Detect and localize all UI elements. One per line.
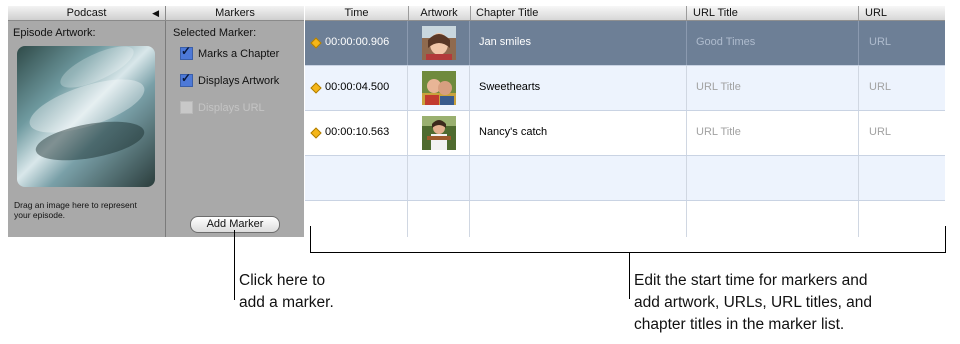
displays-artwork-label: Displays Artwork: [198, 74, 280, 87]
column-header-time[interactable]: Time: [305, 6, 409, 20]
marks-chapter-checkbox-row[interactable]: Marks a Chapter: [180, 44, 280, 60]
table-row[interactable]: 00:00:04.500 Sweethearts URL Title URL: [305, 66, 945, 111]
collapse-left-icon[interactable]: ◀: [152, 6, 159, 20]
displays-url-label: Displays URL: [198, 101, 265, 114]
url-title-cell[interactable]: Good Times: [687, 21, 859, 65]
marks-chapter-checkbox[interactable]: [180, 44, 193, 60]
chapter-title-value: Nancy's catch: [479, 126, 548, 138]
portrait-photo-thumbnail: [422, 26, 456, 60]
column-header-url[interactable]: URL: [859, 6, 945, 20]
marker-list-callout-line: [629, 253, 630, 299]
column-header-chapter-title[interactable]: Chapter Title: [470, 6, 687, 20]
episode-artwork-well[interactable]: [17, 46, 155, 187]
markers-panel-header: Markers: [166, 6, 304, 21]
displays-artwork-checkbox-row[interactable]: Displays Artwork: [180, 71, 280, 87]
marker-list-bracket-bottom: [310, 252, 946, 253]
chapter-title-cell[interactable]: Nancy's catch: [470, 111, 687, 155]
artwork-cell[interactable]: [408, 111, 470, 155]
table-header: Time Artwork Chapter Title URL Title URL: [305, 6, 945, 21]
markers-panel-title: Markers: [215, 7, 255, 19]
url-title-cell[interactable]: [687, 156, 859, 200]
marker-list-callout: Edit the start time for markers and add …: [634, 272, 873, 333]
time-value: 00:00:10.563: [325, 126, 390, 138]
couple-photo-thumbnail: [422, 71, 456, 105]
table-row[interactable]: 00:00:00.906 Jan smiles Good Times URL: [305, 21, 945, 66]
table-row[interactable]: [305, 156, 945, 201]
url-cell[interactable]: [859, 201, 945, 237]
marker-list-table: Time Artwork Chapter Title URL Title URL…: [305, 6, 945, 237]
column-header-url-title[interactable]: URL Title: [687, 6, 859, 20]
chapter-title-value: Sweethearts: [479, 81, 541, 93]
selected-marker-label: Selected Marker:: [173, 27, 257, 39]
podcast-panel: Episode Artwork: Drag an image here to r…: [8, 21, 166, 237]
marker-diamond-icon: [310, 37, 322, 49]
displays-artwork-checkbox[interactable]: [180, 71, 193, 87]
url-cell[interactable]: [859, 156, 945, 200]
marker-list-bracket-right: [945, 226, 946, 253]
time-cell[interactable]: 00:00:04.500: [305, 66, 408, 110]
url-value: URL: [869, 126, 892, 138]
add-marker-callout: Click here to add a marker.: [239, 272, 334, 311]
marker-diamond-icon: [310, 127, 322, 139]
markers-panel: Selected Marker: Marks a Chapter Display…: [166, 21, 304, 237]
url-cell[interactable]: URL: [859, 111, 945, 155]
displays-url-checkbox: [180, 101, 193, 114]
url-title-value: URL Title: [696, 81, 741, 93]
url-value: URL: [869, 81, 892, 93]
catch-photo-thumbnail: [422, 116, 456, 150]
url-value: URL: [869, 36, 892, 48]
chapter-title-cell[interactable]: [470, 201, 687, 237]
time-cell[interactable]: 00:00:00.906: [305, 21, 408, 65]
table-row[interactable]: 00:00:10.563 Nancy's catch URL Title URL: [305, 111, 945, 156]
url-title-cell[interactable]: URL Title: [687, 66, 859, 110]
episode-artwork-label: Episode Artwork:: [13, 27, 96, 39]
marker-list-bracket-left: [310, 226, 311, 253]
url-cell[interactable]: URL: [859, 66, 945, 110]
marks-chapter-label: Marks a Chapter: [198, 47, 280, 60]
displays-url-checkbox-row: Displays URL: [180, 101, 265, 114]
time-value: 00:00:00.906: [325, 36, 390, 48]
artwork-cell[interactable]: [408, 156, 470, 200]
url-title-value: Good Times: [696, 36, 756, 48]
time-value: 00:00:04.500: [325, 81, 390, 93]
drag-hint-text: Drag an image here to represent your epi…: [14, 200, 137, 220]
time-cell[interactable]: [305, 156, 408, 200]
column-header-artwork[interactable]: Artwork: [408, 6, 471, 20]
artwork-cell[interactable]: [408, 201, 470, 237]
podcast-panel-title: Podcast: [66, 7, 107, 19]
url-cell[interactable]: URL: [859, 21, 945, 65]
url-title-value: URL Title: [696, 126, 741, 138]
podcast-panel-header[interactable]: Podcast ◀: [8, 6, 166, 21]
chapter-title-cell[interactable]: [470, 156, 687, 200]
artwork-cell[interactable]: [408, 21, 470, 65]
source-panels: Podcast ◀ Markers Episode Artwork: Drag …: [8, 6, 304, 237]
chapter-title-cell[interactable]: Sweethearts: [470, 66, 687, 110]
time-cell[interactable]: 00:00:10.563: [305, 111, 408, 155]
add-marker-callout-line: [234, 230, 235, 300]
marker-diamond-icon: [310, 82, 322, 94]
table-row[interactable]: [305, 201, 945, 237]
add-marker-button[interactable]: Add Marker: [190, 216, 280, 233]
url-title-cell[interactable]: URL Title: [687, 111, 859, 155]
url-title-cell[interactable]: [687, 201, 859, 237]
chapter-title-cell[interactable]: Jan smiles: [470, 21, 687, 65]
artwork-cell[interactable]: [408, 66, 470, 110]
chapter-title-value: Jan smiles: [479, 36, 531, 48]
time-cell[interactable]: [305, 201, 408, 237]
